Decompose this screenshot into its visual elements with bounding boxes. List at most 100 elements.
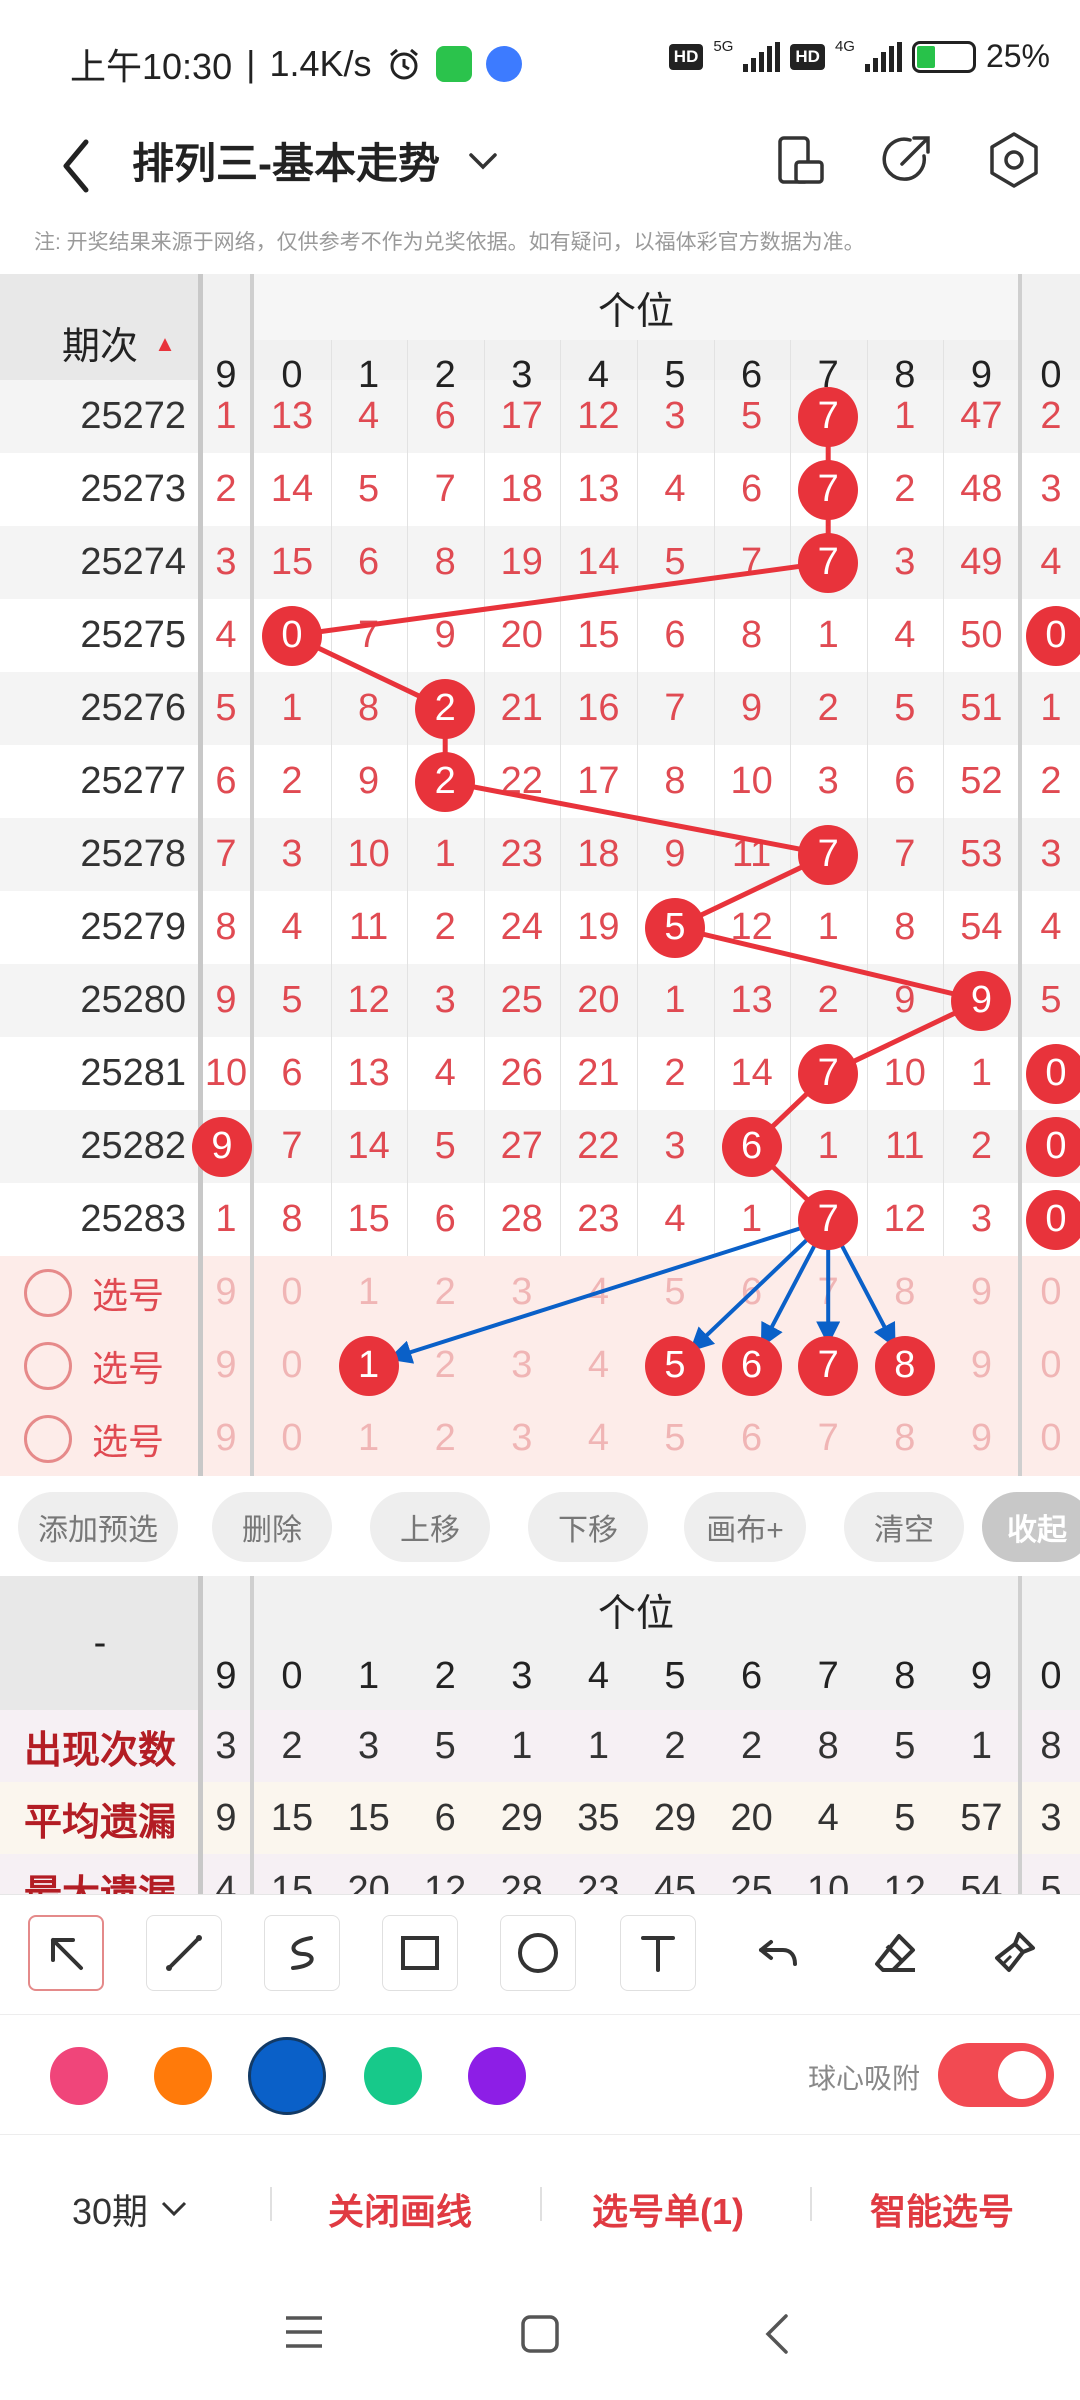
hd-badge: HD bbox=[668, 43, 704, 70]
stats-value: 5 bbox=[894, 1724, 916, 1767]
winning-ball[interactable]: 0 bbox=[262, 605, 322, 666]
smart-pick-button[interactable]: 智能选号 bbox=[870, 2183, 1014, 2235]
winning-ball[interactable]: 2 bbox=[415, 678, 476, 739]
stats-left-header: 9 bbox=[215, 1654, 237, 1697]
stats-value: 20 bbox=[730, 1796, 773, 1839]
curve-icon bbox=[291, 1936, 314, 1970]
selected-ball[interactable]: 7 bbox=[798, 1335, 859, 1396]
stats-value: 20 bbox=[347, 1868, 390, 1895]
stats-value: 6 bbox=[434, 1796, 456, 1839]
right-hit-ball[interactable]: 0 bbox=[1026, 1189, 1080, 1250]
color-purple-swatch[interactable] bbox=[468, 2047, 526, 2105]
stats-value: 1 bbox=[970, 1724, 992, 1767]
color-orange-swatch[interactable] bbox=[154, 2047, 212, 2105]
home-icon[interactable] bbox=[518, 2312, 562, 2356]
winning-ball[interactable]: 7 bbox=[798, 459, 859, 520]
stats-digit-header: 5 bbox=[664, 1654, 686, 1697]
select-tool[interactable] bbox=[28, 1915, 104, 1991]
winning-ball[interactable]: 2 bbox=[415, 751, 476, 812]
stats-left-value: 9 bbox=[215, 1796, 237, 1839]
circle-icon bbox=[518, 1933, 558, 1973]
winning-ball[interactable]: 9 bbox=[951, 970, 1012, 1031]
undo-icon bbox=[759, 1940, 797, 1966]
stats-group-header: 个位 bbox=[597, 1592, 674, 1635]
orientation-icon[interactable] bbox=[766, 126, 834, 194]
winning-ball[interactable]: 7 bbox=[798, 1043, 859, 1104]
selected-ball[interactable]: 8 bbox=[874, 1335, 935, 1396]
stats-value: 2 bbox=[741, 1724, 763, 1767]
ticket-button[interactable]: 选号单(1) bbox=[592, 2183, 744, 2235]
curve-tool[interactable] bbox=[264, 1915, 340, 1991]
trend-line bbox=[283, 416, 989, 1222]
drawing-toolbar bbox=[0, 1894, 1080, 2014]
winning-ball[interactable]: 7 bbox=[798, 386, 859, 447]
right-hit-ball[interactable]: 0 bbox=[1026, 605, 1080, 666]
back-icon[interactable] bbox=[48, 128, 108, 208]
winning-ball[interactable]: 7 bbox=[798, 532, 859, 593]
settings-icon[interactable] bbox=[980, 126, 1048, 194]
stats-period-divider bbox=[198, 1576, 203, 1894]
eraser-icon bbox=[875, 1934, 915, 1972]
signal-label: 4G bbox=[834, 38, 855, 55]
title-bar: 排列三-基本走势 bbox=[0, 118, 1080, 238]
page-title[interactable]: 排列三-基本走势 bbox=[132, 130, 498, 191]
menu-icon[interactable] bbox=[282, 2312, 326, 2352]
selected-ball[interactable]: 1 bbox=[338, 1335, 399, 1396]
right-hit-ball[interactable]: 0 bbox=[1026, 1043, 1080, 1104]
stats-value: 25 bbox=[730, 1868, 773, 1895]
color-pink-swatch[interactable] bbox=[50, 2047, 108, 2105]
text-icon bbox=[641, 1936, 675, 1972]
share-icon[interactable] bbox=[872, 126, 940, 194]
winning-ball[interactable]: 7 bbox=[798, 824, 859, 885]
stats-value: 29 bbox=[653, 1796, 697, 1839]
stats-digit-header: 4 bbox=[587, 1654, 609, 1697]
chevron-down-icon bbox=[161, 2201, 187, 2217]
color-blue-swatch[interactable] bbox=[248, 2037, 326, 2115]
system-nav-bar bbox=[0, 2274, 1080, 2400]
alarm-icon bbox=[389, 48, 418, 80]
stats-left-value: 3 bbox=[215, 1724, 237, 1767]
move-up-button[interactable]: 上移 bbox=[370, 1492, 490, 1562]
stats-right-value: 3 bbox=[1040, 1796, 1062, 1839]
arrow-select-icon bbox=[51, 1938, 83, 1970]
line-tool[interactable] bbox=[146, 1915, 222, 1991]
stats-digit-header: 1 bbox=[358, 1654, 380, 1697]
stats-value: 57 bbox=[960, 1796, 1003, 1839]
selected-ball[interactable]: 6 bbox=[721, 1335, 782, 1396]
winning-ball[interactable]: 5 bbox=[645, 897, 705, 958]
add-preselect-button[interactable]: 添加预选 bbox=[18, 1492, 178, 1562]
signal-bars-icon bbox=[743, 41, 781, 72]
stats-corner: - bbox=[93, 1621, 107, 1664]
color-palette: 球心吸附 bbox=[0, 2014, 1080, 2134]
right-hit-ball[interactable]: 0 bbox=[1026, 1116, 1080, 1177]
collapse-button[interactable]: 收起 bbox=[982, 1492, 1080, 1562]
clear-button[interactable]: 清空 bbox=[844, 1492, 964, 1562]
stats-value: 12 bbox=[883, 1868, 926, 1895]
signal-label: 5G bbox=[713, 38, 734, 55]
trend-lines bbox=[283, 416, 989, 1364]
snap-toggle[interactable] bbox=[938, 2043, 1054, 2107]
stats-right-value: 8 bbox=[1040, 1724, 1062, 1767]
move-down-button[interactable]: 下移 bbox=[528, 1492, 648, 1562]
left-hit-ball[interactable]: 9 bbox=[192, 1116, 252, 1177]
delete-button[interactable]: 删除 bbox=[212, 1492, 332, 1562]
close-draw-button[interactable]: 关闭画线 bbox=[328, 2183, 472, 2235]
stats-digit-header: 8 bbox=[894, 1654, 916, 1697]
color-green-swatch[interactable] bbox=[364, 2047, 422, 2105]
winning-ball[interactable]: 6 bbox=[721, 1116, 782, 1177]
clock: 上午10:30 bbox=[70, 46, 233, 87]
rectangle-tool[interactable] bbox=[382, 1915, 458, 1991]
clear-canvas-button[interactable] bbox=[976, 1915, 1052, 1991]
stats-digit-header: 6 bbox=[741, 1654, 763, 1697]
canvas-plus-button[interactable]: 画布+ bbox=[684, 1492, 806, 1562]
stats-digit-header: 2 bbox=[434, 1654, 456, 1697]
circle-tool[interactable] bbox=[500, 1915, 576, 1991]
eraser-button[interactable] bbox=[858, 1915, 934, 1991]
period-count-dropdown[interactable]: 30期 bbox=[72, 2183, 188, 2235]
text-tool[interactable] bbox=[620, 1915, 696, 1991]
back-nav-icon[interactable] bbox=[760, 2312, 796, 2356]
undo-button[interactable] bbox=[740, 1915, 816, 1991]
rectangle-icon bbox=[401, 1936, 439, 1970]
winning-ball[interactable]: 7 bbox=[798, 1189, 859, 1250]
selected-ball[interactable]: 5 bbox=[645, 1335, 705, 1396]
